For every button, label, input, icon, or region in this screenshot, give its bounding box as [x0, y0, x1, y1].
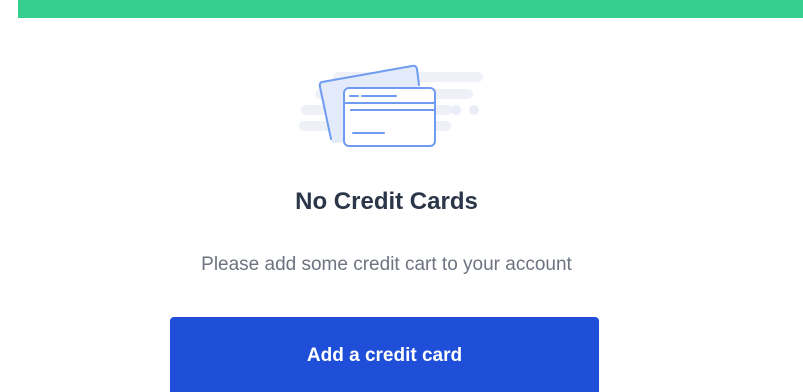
add-credit-card-button[interactable]: Add a credit card: [170, 317, 599, 392]
front-card: [343, 87, 436, 147]
credit-cards-icon: [299, 64, 483, 147]
empty-state-page: No Credit Cards Please add some credit c…: [0, 0, 803, 392]
add-credit-card-button-label: Add a credit card: [306, 345, 463, 366]
top-accent-bar: [18, 0, 803, 18]
empty-state-message: Please add some credit cart to your acco…: [201, 254, 572, 275]
empty-state-title: No Credit Cards: [295, 188, 478, 215]
